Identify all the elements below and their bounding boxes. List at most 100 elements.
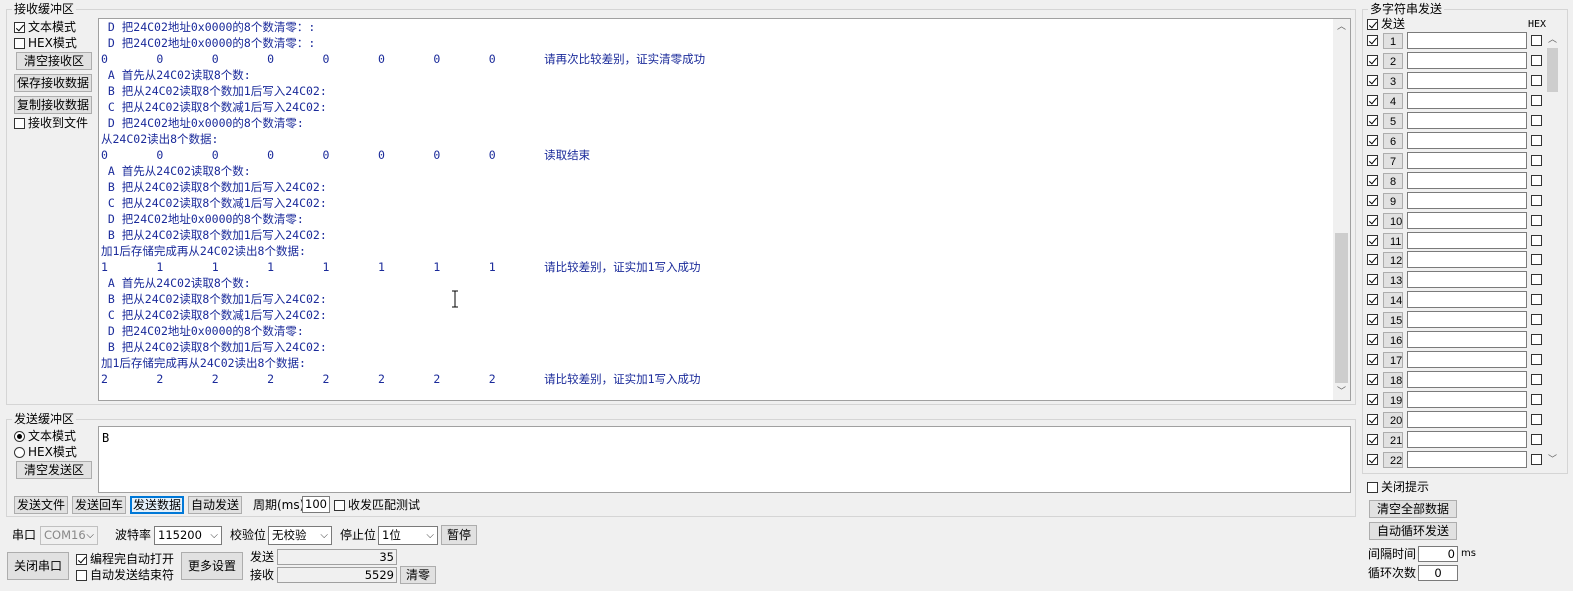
multi-row-send-checkbox[interactable] (1367, 94, 1378, 106)
multi-row-send-button[interactable]: 20 (1383, 412, 1403, 429)
multi-row-hex-checkbox[interactable] (1531, 134, 1542, 146)
checkbox-box[interactable] (76, 553, 87, 565)
multi-row-hex-checkbox[interactable] (1531, 354, 1542, 366)
checkbox-box[interactable] (14, 21, 25, 33)
receive-hex-mode-checkbox[interactable]: HEX模式 (14, 36, 77, 50)
checkbox-box[interactable] (1367, 481, 1378, 493)
save-receive-button[interactable]: 保存接收数据 (14, 74, 92, 92)
clear-receive-button[interactable]: 清空接收区 (16, 52, 92, 70)
auto-open-checkbox[interactable]: 编程完自动打开 (76, 552, 174, 566)
multi-row-input[interactable] (1407, 211, 1527, 229)
multi-row-input[interactable] (1407, 191, 1527, 209)
multi-row-hex-checkbox[interactable] (1531, 54, 1542, 66)
multi-row-hex-checkbox[interactable] (1531, 414, 1542, 426)
multi-row-send-button[interactable]: 16 (1383, 332, 1403, 349)
send-data-button[interactable]: 发送数据 (130, 496, 184, 514)
multi-row-hex-checkbox[interactable] (1531, 94, 1542, 106)
multi-row-input[interactable] (1407, 91, 1527, 109)
multi-row-send-checkbox[interactable] (1367, 434, 1378, 445)
loop-input[interactable]: 0 (1418, 565, 1458, 581)
multi-row-input[interactable] (1407, 291, 1527, 309)
multi-row-hex-checkbox[interactable] (1531, 314, 1542, 326)
parity-select[interactable]: 无校验 ⌵ (268, 526, 332, 545)
multi-row-send-button[interactable]: 12 (1383, 252, 1403, 269)
multi-row-input[interactable] (1407, 151, 1527, 169)
send-text-mode-radio[interactable]: 文本模式 (14, 429, 76, 443)
multi-row-hex-checkbox[interactable] (1531, 35, 1542, 46)
multi-row-hex-checkbox[interactable] (1531, 74, 1542, 86)
multi-row-input[interactable] (1407, 111, 1527, 129)
scroll-up-icon[interactable]: ︿ (1545, 35, 1560, 45)
send-hex-mode-radio[interactable]: HEX模式 (14, 445, 77, 459)
multi-row-send-checkbox[interactable] (1367, 114, 1378, 126)
multi-row-send-button[interactable]: 13 (1383, 272, 1403, 289)
multi-row-hex-checkbox[interactable] (1531, 334, 1542, 346)
multi-row-input[interactable] (1407, 391, 1527, 409)
multi-row-input[interactable] (1407, 331, 1527, 349)
multi-row-hex-checkbox[interactable] (1531, 294, 1542, 306)
multi-row-send-checkbox[interactable] (1367, 274, 1378, 286)
copy-receive-button[interactable]: 复制接收数据 (14, 96, 92, 114)
multi-row-input[interactable] (1407, 32, 1527, 49)
receive-to-file-checkbox[interactable]: 接收到文件 (14, 116, 88, 130)
pause-button[interactable]: 暂停 (441, 525, 477, 545)
multi-row-send-checkbox[interactable] (1367, 214, 1378, 226)
clear-send-button[interactable]: 清空发送区 (16, 461, 92, 479)
multi-row-send-checkbox[interactable] (1367, 334, 1378, 346)
auto-send-button[interactable]: 自动发送 (188, 496, 242, 514)
multi-row-send-button[interactable]: 19 (1383, 392, 1403, 409)
multi-row-send-checkbox[interactable] (1367, 154, 1378, 166)
multi-row-input[interactable] (1407, 231, 1527, 249)
period-input[interactable]: 100 (302, 496, 330, 513)
radio-dot[interactable] (14, 430, 25, 442)
multi-row-input[interactable] (1407, 251, 1527, 269)
multi-row-input[interactable] (1407, 171, 1527, 189)
multi-row-hex-checkbox[interactable] (1531, 114, 1542, 126)
multi-row-send-checkbox[interactable] (1367, 374, 1378, 386)
scroll-down-icon[interactable]: ﹀ (1333, 387, 1350, 397)
checkbox-box[interactable] (14, 37, 25, 49)
stop-select[interactable]: 1位 ⌵ (378, 526, 438, 545)
multi-row-send-button[interactable]: 17 (1383, 352, 1403, 369)
multi-row-send-button[interactable]: 14 (1383, 292, 1403, 309)
multi-row-send-checkbox[interactable] (1367, 394, 1378, 406)
port-select[interactable]: COM16 ⌵ (40, 526, 98, 545)
multi-row-send-button[interactable]: 18 (1383, 372, 1403, 389)
multi-row-hex-checkbox[interactable] (1531, 453, 1542, 465)
send-newline-button[interactable]: 发送回车 (72, 496, 126, 514)
multi-row-send-checkbox[interactable] (1367, 294, 1378, 306)
multi-row-send-checkbox[interactable] (1367, 35, 1378, 46)
match-test-checkbox[interactable]: 收发匹配测试 (334, 498, 420, 512)
multi-row-hex-checkbox[interactable] (1531, 234, 1542, 246)
multi-row-hex-checkbox[interactable] (1531, 194, 1542, 206)
multi-row-send-button[interactable]: 11 (1383, 232, 1403, 249)
clear-count-button[interactable]: 清零 (400, 566, 436, 584)
checkbox-box[interactable] (14, 117, 25, 129)
receive-text-mode-checkbox[interactable]: 文本模式 (14, 20, 76, 34)
radio-dot[interactable] (14, 446, 25, 458)
multi-row-hex-checkbox[interactable] (1531, 434, 1542, 445)
multi-row-send-checkbox[interactable] (1367, 414, 1378, 426)
receive-scrollbar[interactable]: ︿ ﹀ (1333, 19, 1350, 400)
receive-textarea[interactable]: D 把24C02地址0x0000的8个数清零：: D 把24C02地址0x000… (98, 18, 1351, 401)
multi-row-send-checkbox[interactable] (1367, 314, 1378, 326)
multi-row-input[interactable] (1407, 450, 1527, 468)
checkbox-box[interactable] (1367, 18, 1378, 30)
auto-loop-button[interactable]: 自动循环发送 (1369, 522, 1457, 540)
multi-row-hex-checkbox[interactable] (1531, 154, 1542, 166)
multi-row-send-checkbox[interactable] (1367, 134, 1378, 146)
multi-row-send-button[interactable]: 4 (1383, 92, 1403, 109)
multi-row-send-button[interactable]: 5 (1383, 112, 1403, 129)
multi-row-input[interactable] (1407, 411, 1527, 429)
multi-row-send-checkbox[interactable] (1367, 354, 1378, 366)
multi-row-send-checkbox[interactable] (1367, 174, 1378, 186)
scroll-up-icon[interactable]: ︿ (1333, 22, 1350, 32)
checkbox-box[interactable] (334, 499, 345, 511)
multi-row-send-checkbox[interactable] (1367, 74, 1378, 86)
send-file-button[interactable]: 发送文件 (14, 496, 68, 514)
scroll-thumb[interactable] (1547, 48, 1558, 92)
multi-row-send-checkbox[interactable] (1367, 254, 1378, 266)
multi-row-input[interactable] (1407, 51, 1527, 69)
multi-row-input[interactable] (1407, 271, 1527, 289)
multi-row-input[interactable] (1407, 431, 1527, 448)
